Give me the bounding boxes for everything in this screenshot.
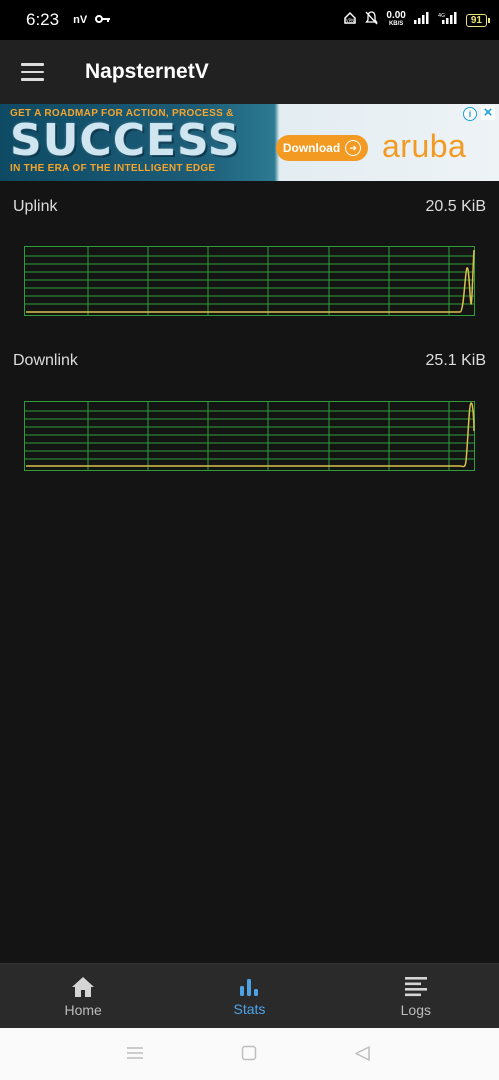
home-square-icon[interactable] bbox=[241, 1045, 258, 1062]
uplink-label: Uplink bbox=[13, 198, 58, 215]
battery-icon: 91 bbox=[465, 13, 491, 27]
ad-headline-main: SUCCESS bbox=[10, 115, 241, 166]
vpn-icon: VPN bbox=[343, 11, 357, 30]
app-indicator: nV bbox=[73, 14, 88, 26]
app-title: NapsternetV bbox=[85, 60, 209, 83]
svg-text:4G: 4G bbox=[438, 13, 445, 19]
nav-home[interactable]: Home bbox=[0, 964, 166, 1029]
key-icon bbox=[95, 11, 111, 29]
net-speed-unit: KB/S bbox=[388, 21, 404, 27]
nav-stats[interactable]: Stats bbox=[166, 964, 332, 1029]
ad-brand: aruba bbox=[382, 128, 467, 164]
nav-home-label: Home bbox=[64, 1001, 102, 1018]
nav-logs[interactable]: Logs bbox=[333, 964, 499, 1029]
ad-download-label: Download bbox=[282, 141, 341, 155]
home-icon bbox=[72, 976, 95, 997]
downlink-value: 25.1 KiB bbox=[425, 352, 486, 369]
logs-icon bbox=[404, 976, 427, 996]
signal-4g-icon: 4G bbox=[438, 11, 458, 29]
uplink-graph bbox=[24, 246, 475, 316]
nav-logs-label: Logs bbox=[400, 1001, 431, 1018]
downlink-row: Downlink 25.1 KiB bbox=[13, 352, 486, 370]
ad-banner[interactable]: GET A ROADMAP FOR ACTION, PROCESS & SUCC… bbox=[0, 104, 499, 181]
system-navigation-bar bbox=[0, 1028, 499, 1080]
downlink-graph bbox=[24, 401, 475, 471]
recents-icon[interactable] bbox=[126, 1045, 144, 1061]
ad-info-icon[interactable]: i bbox=[463, 107, 477, 121]
ad-close-icon[interactable]: × bbox=[481, 105, 495, 120]
net-speed: 0.00 KB/S bbox=[386, 11, 405, 29]
back-triangle-icon[interactable] bbox=[354, 1045, 371, 1062]
hamburger-menu-icon[interactable] bbox=[21, 63, 45, 81]
status-bar: 6:23 nV VPN 0.00 KB/S 4G 91 bbox=[0, 0, 499, 40]
svg-text:VPN: VPN bbox=[346, 18, 354, 23]
app-bar: NapsternetV bbox=[0, 40, 499, 104]
uplink-value: 20.5 KiB bbox=[425, 198, 486, 215]
ad-download-button[interactable]: Download ➜ bbox=[276, 135, 368, 161]
downlink-label: Downlink bbox=[13, 352, 78, 369]
nav-stats-label: Stats bbox=[233, 1000, 266, 1017]
arrow-right-icon: ➜ bbox=[345, 140, 362, 156]
ad-headline-block: GET A ROADMAP FOR ACTION, PROCESS & SUCC… bbox=[10, 108, 260, 174]
net-speed-value: 0.00 bbox=[386, 10, 406, 21]
uplink-row: Uplink 20.5 KiB bbox=[13, 198, 486, 216]
bar-chart-icon bbox=[240, 978, 259, 996]
bottom-navigation: Home Stats Logs bbox=[0, 963, 499, 1029]
status-time: 6:23 bbox=[26, 10, 60, 29]
bell-off-icon bbox=[365, 10, 379, 30]
signal-icon bbox=[413, 11, 430, 29]
